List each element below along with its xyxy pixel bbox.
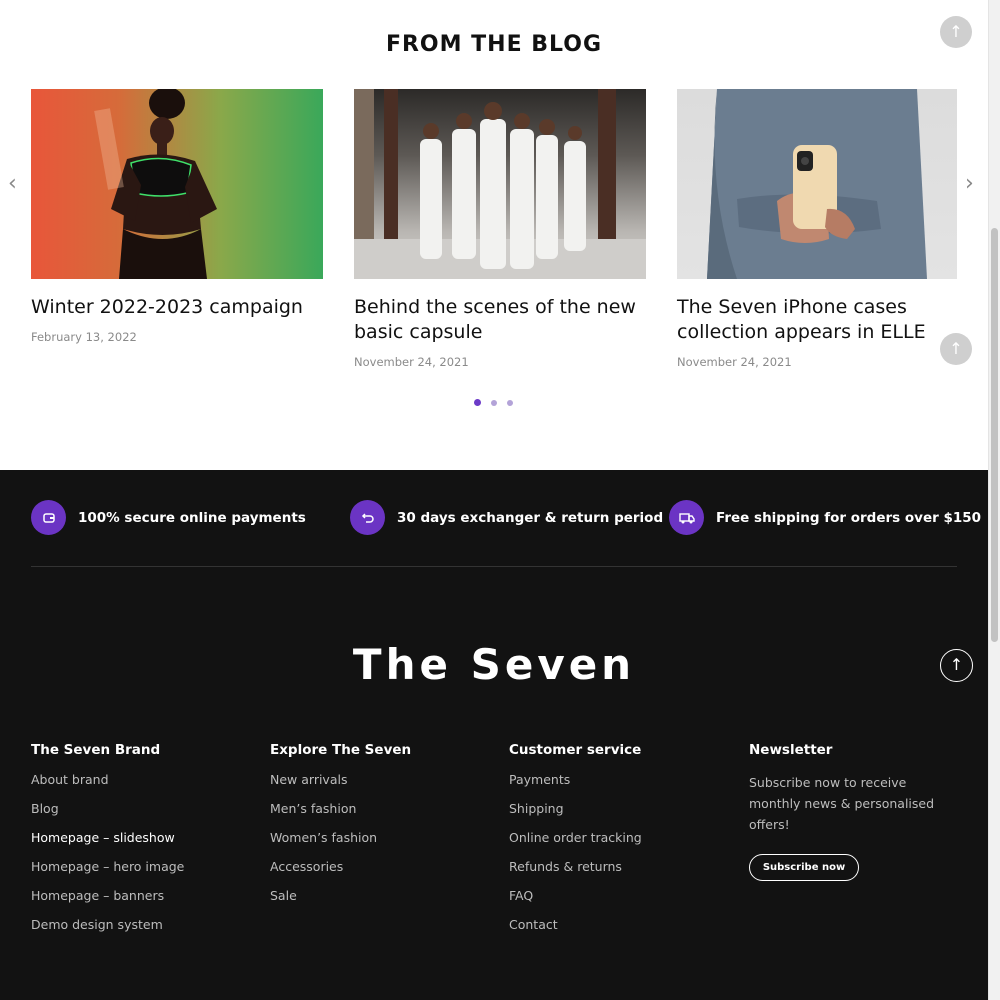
truck-icon xyxy=(669,500,704,535)
footer-link[interactable]: Accessories xyxy=(270,859,411,888)
chevron-left-icon: ‹ xyxy=(8,171,17,196)
carousel-prev-button[interactable]: ‹ xyxy=(8,172,17,196)
phone-case-image xyxy=(707,89,927,279)
footer-column-brand: The Seven Brand About brand Blog Homepag… xyxy=(31,742,184,946)
carousel-next-button[interactable]: › xyxy=(965,172,974,196)
blog-card-date: November 24, 2021 xyxy=(354,355,469,369)
blog-card[interactable]: Behind the scenes of the new basic capsu… xyxy=(354,89,646,369)
footer-link[interactable]: Online order tracking xyxy=(509,830,642,859)
feature-free-shipping: Free shipping for orders over $150 xyxy=(669,500,981,535)
footer-column-title: Explore The Seven xyxy=(270,742,412,758)
footer-link[interactable]: New arrivals xyxy=(270,772,411,801)
footer-link[interactable]: Blog xyxy=(31,801,184,830)
footer-link[interactable]: Payments xyxy=(509,772,642,801)
blog-card[interactable]: Winter 2022-2023 campaign February 13, 2… xyxy=(31,89,323,344)
footer-link[interactable]: Sale xyxy=(270,888,411,917)
footer-link[interactable]: FAQ xyxy=(509,888,642,917)
footer-column-title: Newsletter xyxy=(749,742,833,758)
blog-card-image[interactable] xyxy=(677,89,957,279)
wallet-icon xyxy=(31,500,66,535)
footer-link[interactable]: Women’s fashion xyxy=(270,830,411,859)
arrow-up-icon: ↑ xyxy=(949,655,964,674)
scrollbar-thumb[interactable] xyxy=(991,228,998,642)
blog-title: FROM THE BLOG xyxy=(385,32,603,57)
footer-link[interactable]: About brand xyxy=(31,772,184,801)
feature-text: 100% secure online payments xyxy=(78,509,306,526)
arrow-up-icon: ↑ xyxy=(949,339,963,358)
feature-secure-payments: 100% secure online payments xyxy=(31,500,306,535)
footer-column-explore: Explore The Seven New arrivals Men’s fas… xyxy=(270,742,411,917)
woman-silhouette-image xyxy=(94,89,217,279)
subscribe-button[interactable]: Subscribe now xyxy=(749,854,859,881)
arrow-up-icon: ↑ xyxy=(949,22,963,41)
footer-link[interactable]: Contact xyxy=(509,917,642,946)
footer-link[interactable]: Homepage – banners xyxy=(31,888,184,917)
carousel-pagination xyxy=(474,399,513,406)
footer-link[interactable]: Men’s fashion xyxy=(270,801,411,830)
blog-card-date: November 24, 2021 xyxy=(677,355,792,369)
site-footer: 100% secure online payments 30 days exch… xyxy=(0,470,988,1000)
blog-card-image[interactable] xyxy=(31,89,323,279)
carousel-dot[interactable] xyxy=(474,399,481,406)
group-in-white-image xyxy=(354,89,646,279)
blog-card-date: February 13, 2022 xyxy=(31,330,137,344)
page-scrollbar[interactable] xyxy=(988,0,1000,1000)
footer-column-title: Customer service xyxy=(509,742,642,758)
footer-divider xyxy=(31,566,957,567)
scroll-to-top-button[interactable]: ↑ xyxy=(940,649,973,682)
footer-link[interactable]: Homepage – slideshow xyxy=(31,830,184,859)
feature-text: Free shipping for orders over $150 xyxy=(716,509,982,526)
carousel-dot[interactable] xyxy=(491,399,497,406)
carousel-dot[interactable] xyxy=(507,399,513,406)
feature-return-period: 30 days exchanger & return period xyxy=(350,500,663,535)
blog-card-title[interactable]: Behind the scenes of the new basic capsu… xyxy=(354,295,646,345)
footer-column-title: The Seven Brand xyxy=(31,742,161,758)
scroll-to-top-button[interactable]: ↑ xyxy=(940,16,972,48)
blog-card-title[interactable]: The Seven iPhone cases collection appear… xyxy=(677,295,957,345)
return-icon xyxy=(350,500,385,535)
chevron-right-icon: › xyxy=(965,171,974,196)
footer-link[interactable]: Shipping xyxy=(509,801,642,830)
footer-link[interactable]: Demo design system xyxy=(31,917,184,946)
blog-card-image[interactable] xyxy=(354,89,646,279)
newsletter-text: Subscribe now to receive monthly news & … xyxy=(749,775,935,832)
blog-card-title[interactable]: Winter 2022-2023 campaign xyxy=(31,295,323,320)
footer-link[interactable]: Homepage – hero image xyxy=(31,859,184,888)
footer-logo[interactable]: The Seven xyxy=(0,640,988,689)
footer-column-newsletter: Newsletter Subscribe now to receive mont… xyxy=(749,742,949,881)
scroll-to-top-button[interactable]: ↑ xyxy=(940,333,972,365)
footer-column-customer-service: Customer service Payments Shipping Onlin… xyxy=(509,742,642,946)
footer-link[interactable]: Refunds & returns xyxy=(509,859,642,888)
blog-section: FROM THE BLOG ↑ ‹ › Winter 2022-2023 cam… xyxy=(0,0,988,470)
blog-card[interactable]: The Seven iPhone cases collection appear… xyxy=(677,89,957,369)
feature-text: 30 days exchanger & return period xyxy=(397,509,664,526)
